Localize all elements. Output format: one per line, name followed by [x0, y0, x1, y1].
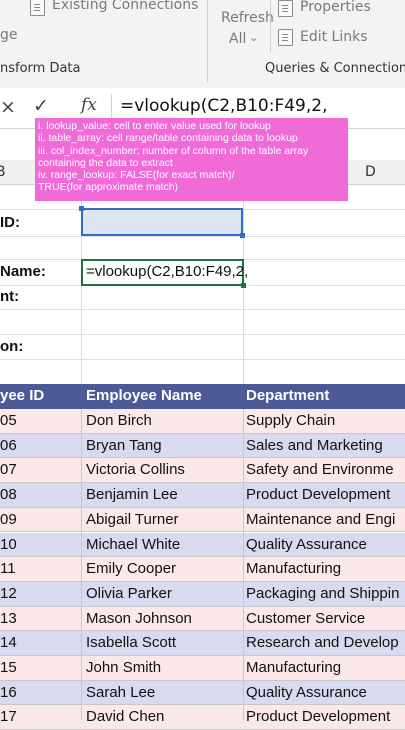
cell-employee-name[interactable]: Sarah Lee — [86, 684, 155, 701]
cell-department[interactable]: Product Development — [246, 486, 390, 503]
cell-employee-id[interactable]: 16 — [0, 684, 81, 701]
refresh-all-button[interactable]: Refresh — [221, 10, 274, 26]
cell-employee-name[interactable]: Abigail Turner — [86, 511, 179, 528]
table-row[interactable]: 15 John Smith Manufacturing — [0, 656, 405, 681]
id-input-cell[interactable] — [79, 206, 245, 238]
cell-employee-id[interactable]: 15 — [0, 659, 81, 676]
cell-employee-id[interactable]: 11 — [0, 560, 81, 577]
header-department: Department — [246, 387, 330, 404]
position-label: on: — [0, 338, 24, 355]
cell-employee-name[interactable]: Mason Johnson — [86, 610, 192, 627]
table-row[interactable]: 13 Mason Johnson Customer Service — [0, 606, 405, 632]
refresh-all-sublabel[interactable]: All — [229, 31, 246, 47]
grid-line — [0, 359, 405, 360]
table-row[interactable]: 06 Bryan Tang Sales and Marketing — [0, 433, 405, 459]
cell-department[interactable]: Quality Assurance — [246, 684, 367, 701]
table-row[interactable]: 16 Sarah Lee Quality Assurance — [0, 680, 405, 706]
cell-department[interactable]: Research and Develop — [246, 634, 399, 651]
cell-employee-name[interactable]: David Chen — [86, 708, 164, 725]
cell-employee-id[interactable]: 07 — [0, 461, 81, 478]
cell-employee-id[interactable]: 09 — [0, 511, 81, 528]
cell-department[interactable]: Packaging and Shippin — [246, 585, 399, 602]
cell-employee-id[interactable]: 08 — [0, 486, 81, 503]
cell-employee-id[interactable]: 06 — [0, 437, 81, 454]
table-row[interactable]: 05 Don Birch Supply Chain — [0, 409, 405, 434]
table-row[interactable]: 14 Isabella Scott Research and Develop — [0, 631, 405, 656]
column-header-b[interactable]: B — [0, 164, 6, 180]
grid-line — [0, 236, 405, 237]
table-row[interactable]: 08 Benjamin Lee Product Development — [0, 483, 405, 508]
cell-employee-id[interactable]: 13 — [0, 610, 81, 627]
cell-employee-id[interactable]: 10 — [0, 536, 81, 553]
table-header: yee ID Employee Name Department — [0, 384, 405, 409]
group-label-transform: nsform Data — [0, 61, 81, 76]
cell-department[interactable]: Customer Service — [246, 610, 365, 627]
tooltip-line: ii. table_array: cell range/table contai… — [38, 132, 298, 145]
ribbon: Existing Connections ge Refresh All ⌄ Pr… — [0, 0, 405, 89]
cell-employee-name[interactable]: Olivia Parker — [86, 585, 172, 602]
chevron-down-icon[interactable]: ⌄ — [249, 31, 258, 44]
table-col-divider — [81, 409, 82, 720]
tooltip-line: i. lookup_value: cell to enter value use… — [38, 120, 271, 132]
cell-employee-name[interactable]: Isabella Scott — [86, 634, 176, 651]
cell-department[interactable]: Manufacturing — [246, 659, 341, 676]
properties-icon — [278, 0, 293, 17]
formula-input[interactable]: =vlookup(C2,B10:F49,2, — [120, 96, 328, 116]
table-row[interactable]: 10 Michael White Quality Assurance — [0, 532, 405, 558]
tooltip-line: iii. col_index_number: number of column … — [38, 144, 309, 157]
cell-employee-name[interactable]: Don Birch — [86, 412, 152, 429]
header-employee-name: Employee Name — [86, 387, 202, 404]
grid-line — [0, 309, 405, 310]
column-header-d[interactable]: D — [365, 164, 376, 180]
id-label: ID: — [0, 214, 20, 231]
existing-connections-button[interactable]: Existing Connections — [52, 0, 198, 13]
table-row[interactable]: 07 Victoria Collins Safety and Environme — [0, 458, 405, 484]
tooltip-line: containing the data to extract — [38, 156, 173, 169]
cell-department[interactable]: Sales and Marketing — [246, 437, 383, 454]
cell-employee-id[interactable]: 05 — [0, 412, 81, 429]
cell-employee-id[interactable]: 14 — [0, 634, 81, 651]
cell-employee-name[interactable]: Bryan Tang — [86, 437, 162, 454]
ribbon-left-fragment: ge — [0, 27, 18, 43]
header-employee-id: yee ID — [0, 387, 45, 404]
properties-button[interactable]: Properties — [300, 0, 371, 15]
table-row[interactable]: 17 David Chen Product Development — [0, 705, 405, 730]
cell-department[interactable]: Supply Chain — [246, 412, 335, 429]
function-tooltip: i. lookup_value: cell to enter value use… — [35, 118, 348, 201]
ribbon-divider-small — [270, 0, 271, 52]
cancel-icon[interactable]: × — [0, 96, 16, 118]
name-label: Name: — [0, 263, 46, 280]
group-label-queries: Queries & Connections — [265, 61, 405, 76]
department-label: nt: — [0, 288, 20, 305]
cell-department[interactable]: Product Development — [246, 708, 390, 725]
insert-function-icon[interactable]: fx — [81, 95, 97, 115]
edit-links-icon — [278, 29, 293, 46]
cell-department[interactable]: Quality Assurance — [246, 536, 367, 553]
table-row[interactable]: 12 Olivia Parker Packaging and Shippin — [0, 581, 405, 607]
cell-employee-name[interactable]: Benjamin Lee — [86, 486, 178, 503]
cell-department[interactable]: Safety and Environme — [246, 461, 394, 478]
fill-handle[interactable] — [241, 283, 246, 288]
table-col-divider — [243, 409, 244, 720]
table-row[interactable]: 11 Emily Cooper Manufacturing — [0, 557, 405, 582]
grid-line — [0, 334, 405, 335]
existing-connections-icon — [30, 0, 45, 16]
tooltip-line: iv. range_lookup: FALSE(for exact match)… — [38, 169, 235, 182]
cell-department[interactable]: Maintenance and Engi — [246, 511, 395, 528]
cell-employee-id[interactable]: 17 — [0, 708, 81, 725]
cell-employee-name[interactable]: Victoria Collins — [86, 461, 185, 478]
enter-icon[interactable]: ✓ — [33, 95, 49, 117]
tooltip-line: TRUE(for approximate match) — [38, 181, 179, 194]
edit-links-button[interactable]: Edit Links — [300, 29, 368, 45]
name-edit-value[interactable]: =vlookup(C2,B10:F49,2, — [86, 263, 248, 280]
cell-employee-id[interactable]: 12 — [0, 585, 81, 602]
cell-department[interactable]: Manufacturing — [246, 560, 341, 577]
table-row[interactable]: 09 Abigail Turner Maintenance and Engi — [0, 507, 405, 533]
cell-employee-name[interactable]: Michael White — [86, 536, 180, 553]
cell-employee-name[interactable]: Emily Cooper — [86, 560, 176, 577]
ribbon-divider — [207, 0, 208, 82]
name-edit-cell[interactable]: =vlookup(C2,B10:F49,2, — [81, 259, 248, 288]
cell-employee-name[interactable]: John Smith — [86, 659, 161, 676]
